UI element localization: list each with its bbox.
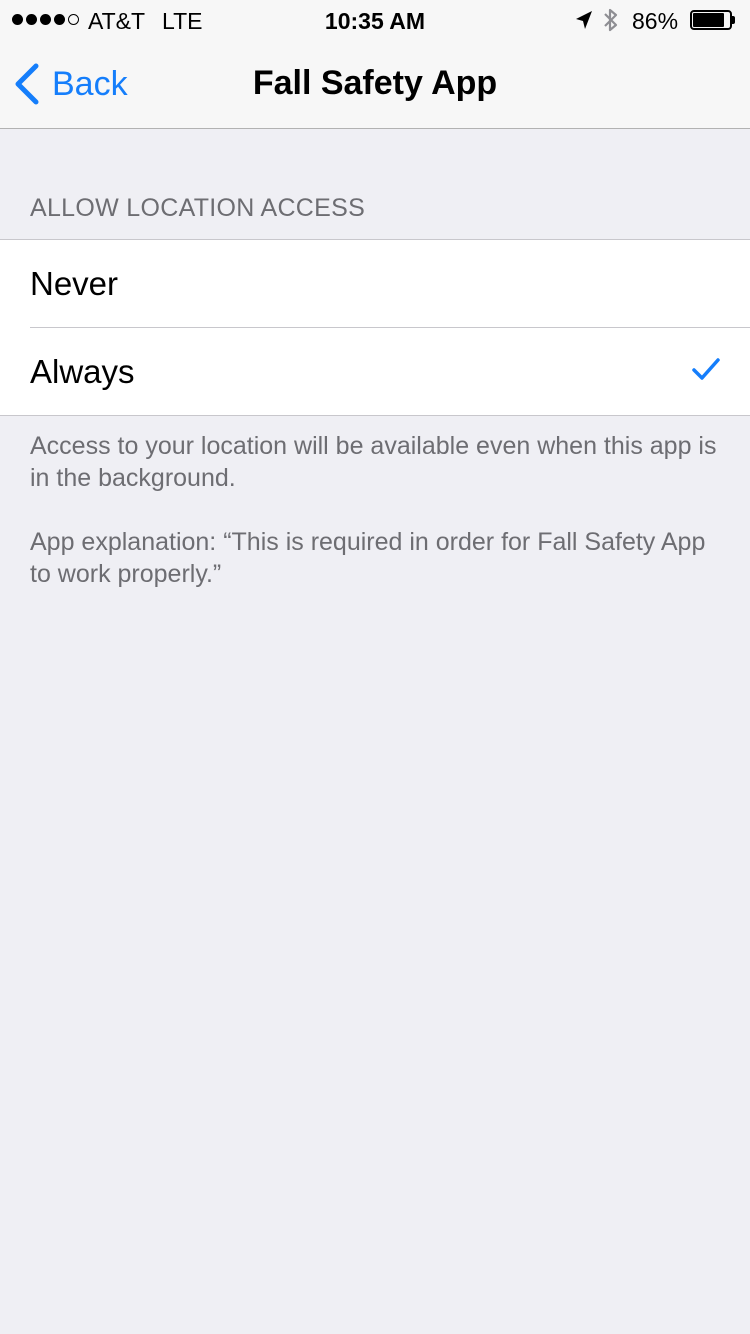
battery-percent: 86% xyxy=(632,8,679,34)
app-explanation: App explanation: “This is required in or… xyxy=(30,528,706,588)
background-access-note: Access to your location will be availabl… xyxy=(30,432,717,492)
navigation-bar: AT&T LTE 10:35 AM 86% Back Fall Safety A… xyxy=(0,0,750,129)
option-label: Always xyxy=(30,352,135,390)
battery-level-fill xyxy=(693,13,724,27)
checkmark-icon xyxy=(692,358,720,380)
location-options-list: Never Always xyxy=(0,239,750,416)
section-header: ALLOW LOCATION ACCESS xyxy=(30,194,366,222)
status-bar: AT&T LTE 10:35 AM 86% xyxy=(0,0,750,40)
option-never[interactable]: Never xyxy=(0,240,750,327)
option-always[interactable]: Always xyxy=(30,327,750,415)
section-footer: Access to your location will be availabl… xyxy=(30,430,720,622)
location-arrow-icon xyxy=(576,11,592,29)
battery-icon xyxy=(690,10,736,30)
bluetooth-icon xyxy=(604,8,618,32)
page-title: Fall Safety App xyxy=(252,64,498,102)
option-label: Never xyxy=(30,264,119,302)
